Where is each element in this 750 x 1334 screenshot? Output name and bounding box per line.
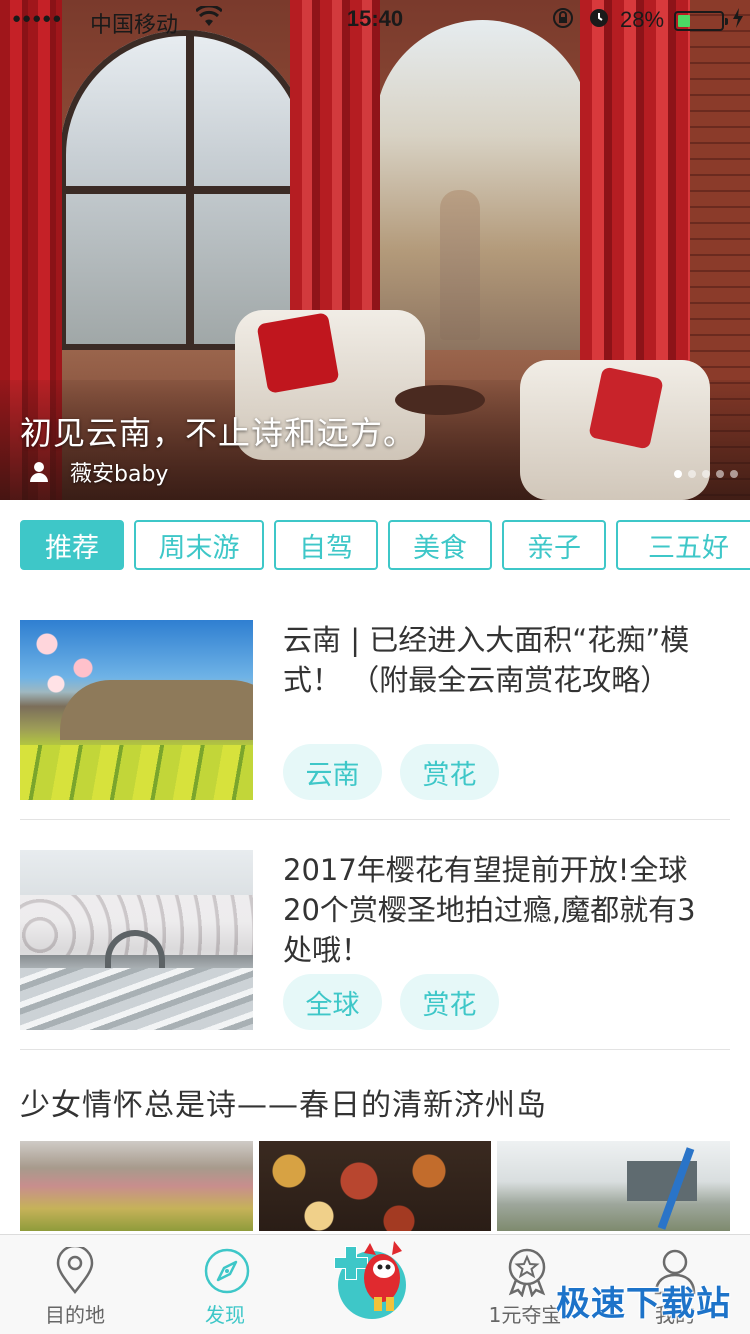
orientation-lock-icon (552, 7, 574, 35)
battery-icon (674, 11, 728, 31)
award-star-icon (508, 1248, 546, 1297)
user-icon (30, 462, 48, 482)
article-title[interactable]: 2017年樱花有望提前开放!全球20个赏樱圣地拍过瘾,魔都就有3处哦！ (283, 850, 723, 970)
article-card[interactable]: 云南 | 已经进入大面积“花痴”模式！ （附最全云南赏花攻略） 云南 赏花 (20, 620, 730, 800)
tab-food[interactable]: 美食 (388, 520, 492, 570)
hero-author[interactable]: 薇安baby (30, 456, 168, 488)
battery-percent: 28% (620, 7, 665, 32)
nav-destination[interactable]: 目的地 (0, 1235, 150, 1334)
charging-icon (732, 7, 744, 34)
carousel-dot[interactable] (702, 470, 710, 478)
mascot-plus-icon (334, 1241, 406, 1319)
hero-title[interactable]: 初见云南，不止诗和远方。 (20, 408, 416, 454)
feature-image[interactable] (20, 1141, 253, 1231)
tab-recommended[interactable]: 推荐 (20, 520, 124, 570)
nav-label: 发现 (205, 1303, 245, 1327)
divider (20, 1049, 730, 1050)
thumbnail-blossom (20, 620, 110, 700)
hero-window-frame (60, 30, 310, 350)
carousel-dots[interactable] (674, 470, 738, 478)
tag-global[interactable]: 全球 (283, 974, 382, 1030)
article-title[interactable]: 云南 | 已经进入大面积“花痴”模式！ （附最全云南赏花攻略） (283, 620, 723, 700)
article-tags: 云南 赏花 (283, 744, 499, 800)
tag-flowers[interactable]: 赏花 (400, 974, 499, 1030)
nav-label: 目的地 (45, 1303, 105, 1327)
category-tabs: 推荐 周末游 自驾 美食 亲子 三五好 (20, 520, 750, 570)
status-bar: ●●●●● 中国移动 15:40 28% (0, 0, 750, 40)
tab-weekend-trip[interactable]: 周末游 (134, 520, 264, 570)
nav-discover[interactable]: 发现 (150, 1235, 300, 1334)
feature-image-strip[interactable] (20, 1141, 731, 1231)
feature-title[interactable]: 少女情怀总是诗——春日的清新济州岛 (20, 1080, 547, 1124)
feature-image[interactable] (258, 1141, 492, 1231)
hero-pillow-left (256, 312, 340, 394)
article-card[interactable]: 2017年樱花有望提前开放!全球20个赏樱圣地拍过瘾,魔都就有3处哦！ 全球 赏… (20, 850, 730, 1030)
tag-flowers[interactable]: 赏花 (400, 744, 499, 800)
tab-self-drive[interactable]: 自驾 (274, 520, 378, 570)
thumbnail-field (20, 745, 253, 800)
article-thumbnail[interactable] (20, 850, 253, 1030)
location-pin-icon (56, 1247, 94, 1295)
carousel-dot[interactable] (730, 470, 738, 478)
hero-author-name: 薇安baby (70, 462, 169, 487)
battery-fill (678, 15, 690, 27)
tab-family[interactable]: 亲子 (502, 520, 606, 570)
article-thumbnail[interactable] (20, 620, 253, 800)
carousel-dot[interactable] (674, 470, 682, 478)
hero-banner[interactable]: ●●●●● 中国移动 15:40 28% 初见云南，不止诗和远方。 薇安baby (0, 0, 750, 500)
watermark-text: 极速下载站 (556, 1284, 731, 1324)
feature-image[interactable] (497, 1141, 731, 1231)
hero-window-view-right (375, 20, 590, 350)
carousel-dot[interactable] (716, 470, 724, 478)
tab-friends[interactable]: 三五好 (616, 520, 750, 570)
nav-center-mascot[interactable] (300, 1235, 450, 1334)
tag-yunnan[interactable]: 云南 (283, 744, 382, 800)
thumbnail-water (20, 968, 253, 1030)
divider (20, 819, 730, 820)
hero-fountain (440, 190, 480, 340)
carousel-dot[interactable] (688, 470, 696, 478)
article-tags: 全球 赏花 (283, 974, 499, 1030)
alarm-icon (588, 6, 610, 34)
compass-icon (204, 1248, 250, 1294)
